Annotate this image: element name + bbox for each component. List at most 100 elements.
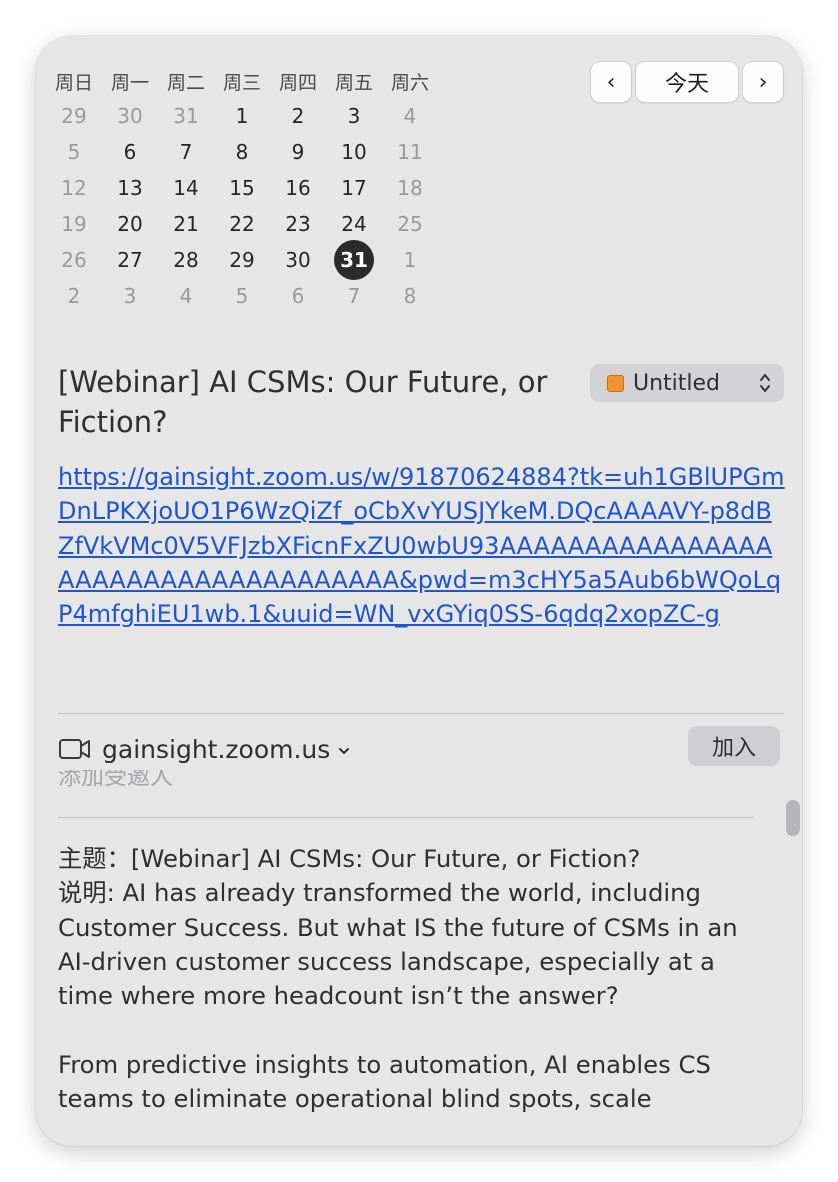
calendar-day[interactable]: 22 <box>214 212 270 236</box>
join-button[interactable]: 加入 <box>688 726 780 766</box>
next-month-button[interactable]: › <box>742 61 784 103</box>
calendar-day-number: 31 <box>334 240 374 280</box>
calendar-day-number: 7 <box>347 284 361 308</box>
calendar-day-number: 2 <box>67 284 81 308</box>
calendar-day[interactable]: 5 <box>214 284 270 308</box>
video-conference-row[interactable]: gainsight.zoom.us <box>58 732 350 766</box>
notes-description: 说明: AI has already transformed the world… <box>58 878 738 1011</box>
calendar-week-row: 26 27 28 29 30 31 1 <box>46 240 438 280</box>
calendar-day-number: 31 <box>173 104 199 128</box>
calendar-day[interactable]: 21 <box>158 212 214 236</box>
calendar-day-number: 5 <box>67 140 81 164</box>
notes-subject: 主题：[Webinar] AI CSMs: Our Future, or Fic… <box>58 844 641 873</box>
chevron-down-icon[interactable] <box>338 745 350 757</box>
calendar-day[interactable]: 16 <box>270 176 326 200</box>
calendar-day[interactable]: 31 <box>158 104 214 128</box>
calendar-day[interactable]: 4 <box>382 104 438 128</box>
calendar-day[interactable]: 23 <box>270 212 326 236</box>
calendar-day-number: 9 <box>291 140 305 164</box>
calendar-day-number: 20 <box>117 212 143 236</box>
calendar-day[interactable]: 2 <box>46 284 102 308</box>
calendar-day[interactable]: 29 <box>214 248 270 272</box>
calendar-day-number: 29 <box>229 248 255 272</box>
calendar-day[interactable]: 8 <box>214 140 270 164</box>
weekday-label: 周一 <box>110 71 149 94</box>
calendar-day-number: 10 <box>341 140 367 164</box>
mini-calendar: 周日 周一 周二 周三 周四 周五 周六 29 30 31 1 2 3 4 5 6 7 8 9 10 11 12 13 14 1… <box>46 64 438 314</box>
calendar-day[interactable]: 8 <box>382 284 438 308</box>
add-invitees-field[interactable]: 添加受邀人 <box>58 770 358 790</box>
calendar-day[interactable]: 14 <box>158 176 214 200</box>
event-url-link[interactable]: https://gainsight.zoom.us/w/91870624884?… <box>58 460 788 631</box>
video-host: gainsight.zoom.us <box>102 734 331 764</box>
calendar-day[interactable]: 30 <box>102 104 158 128</box>
calendar-picker[interactable]: Untitled <box>590 364 784 402</box>
calendar-day-number: 7 <box>179 140 193 164</box>
calendar-day[interactable]: 11 <box>382 140 438 164</box>
calendar-day-number: 18 <box>397 176 423 200</box>
weekday-label: 周二 <box>166 71 205 94</box>
calendar-week-row: 29 30 31 1 2 3 4 <box>46 98 438 134</box>
calendar-day-number: 8 <box>403 284 417 308</box>
calendar-day[interactable]: 4 <box>158 284 214 308</box>
calendar-day[interactable]: 27 <box>102 248 158 272</box>
calendar-day[interactable]: 5 <box>46 140 102 164</box>
event-title[interactable]: [Webinar] AI CSMs: Our Future, or Fictio… <box>58 362 568 442</box>
weekday-header: 周日 周一 周二 周三 周四 周五 周六 <box>46 64 438 98</box>
scrollbar-thumb[interactable] <box>786 800 800 836</box>
previous-month-button[interactable]: ‹ <box>590 61 632 103</box>
calendar-day-number: 3 <box>123 284 137 308</box>
calendar-day-number: 23 <box>285 212 311 236</box>
calendar-week-row: 5 6 7 8 9 10 11 <box>46 134 438 170</box>
weekday-label: 周三 <box>222 71 261 94</box>
weekday-label: 周五 <box>334 71 373 94</box>
calendar-day[interactable]: 7 <box>326 284 382 308</box>
add-invitees-placeholder: 添加受邀人 <box>58 770 173 790</box>
calendar-day[interactable]: 3 <box>102 284 158 308</box>
calendar-week-row: 12 13 14 15 16 17 18 <box>46 170 438 206</box>
calendar-day[interactable]: 10 <box>326 140 382 164</box>
calendar-day[interactable]: 1 <box>382 248 438 272</box>
calendar-day[interactable]: 6 <box>102 140 158 164</box>
calendar-name: Untitled <box>633 370 721 396</box>
calendar-day-number: 8 <box>235 140 249 164</box>
calendar-day-number: 24 <box>341 212 367 236</box>
calendar-day-number: 16 <box>285 176 311 200</box>
event-notes[interactable]: 主题：[Webinar] AI CSMs: Our Future, or Fic… <box>58 842 738 1116</box>
calendar-day[interactable]: 25 <box>382 212 438 236</box>
calendar-day[interactable]: 20 <box>102 212 158 236</box>
calendar-day-number: 25 <box>397 212 423 236</box>
calendar-day[interactable]: 15 <box>214 176 270 200</box>
calendar-day[interactable]: 26 <box>46 248 102 272</box>
calendar-day-number: 1 <box>403 248 417 272</box>
event-popover: 周日 周一 周二 周三 周四 周五 周六 29 30 31 1 2 3 4 5 6 7 8 9 10 11 12 13 14 1… <box>36 36 802 1146</box>
notes-blank-line <box>58 1013 738 1047</box>
calendar-day[interactable]: 6 <box>270 284 326 308</box>
calendar-day-number: 29 <box>61 104 87 128</box>
calendar-day[interactable]: 13 <box>102 176 158 200</box>
calendar-day-number: 22 <box>229 212 255 236</box>
calendar-day[interactable]: 28 <box>158 248 214 272</box>
calendar-week-row: 19 20 21 22 23 24 25 <box>46 206 438 242</box>
calendar-day-number: 26 <box>61 248 87 272</box>
notes-paragraph: From predictive insights to automation, … <box>58 1049 711 1114</box>
calendar-day[interactable]: 29 <box>46 104 102 128</box>
calendar-day[interactable]: 30 <box>270 248 326 272</box>
calendar-day[interactable]: 9 <box>270 140 326 164</box>
video-camera-icon <box>59 739 90 759</box>
calendar-day[interactable]: 7 <box>158 140 214 164</box>
calendar-day-number: 14 <box>173 176 199 200</box>
calendar-day[interactable]: 12 <box>46 176 102 200</box>
calendar-day[interactable]: 1 <box>214 104 270 128</box>
today-button[interactable]: 今天 <box>635 61 739 103</box>
calendar-day-selected[interactable]: 31 <box>326 240 382 280</box>
divider <box>58 817 754 818</box>
calendar-day[interactable]: 2 <box>270 104 326 128</box>
calendar-day[interactable]: 18 <box>382 176 438 200</box>
calendar-day[interactable]: 17 <box>326 176 382 200</box>
calendar-day[interactable]: 3 <box>326 104 382 128</box>
calendar-day[interactable]: 19 <box>46 212 102 236</box>
calendar-day[interactable]: 24 <box>326 212 382 236</box>
weekday-label: 周日 <box>54 71 93 94</box>
calendar-day-number: 30 <box>117 104 143 128</box>
